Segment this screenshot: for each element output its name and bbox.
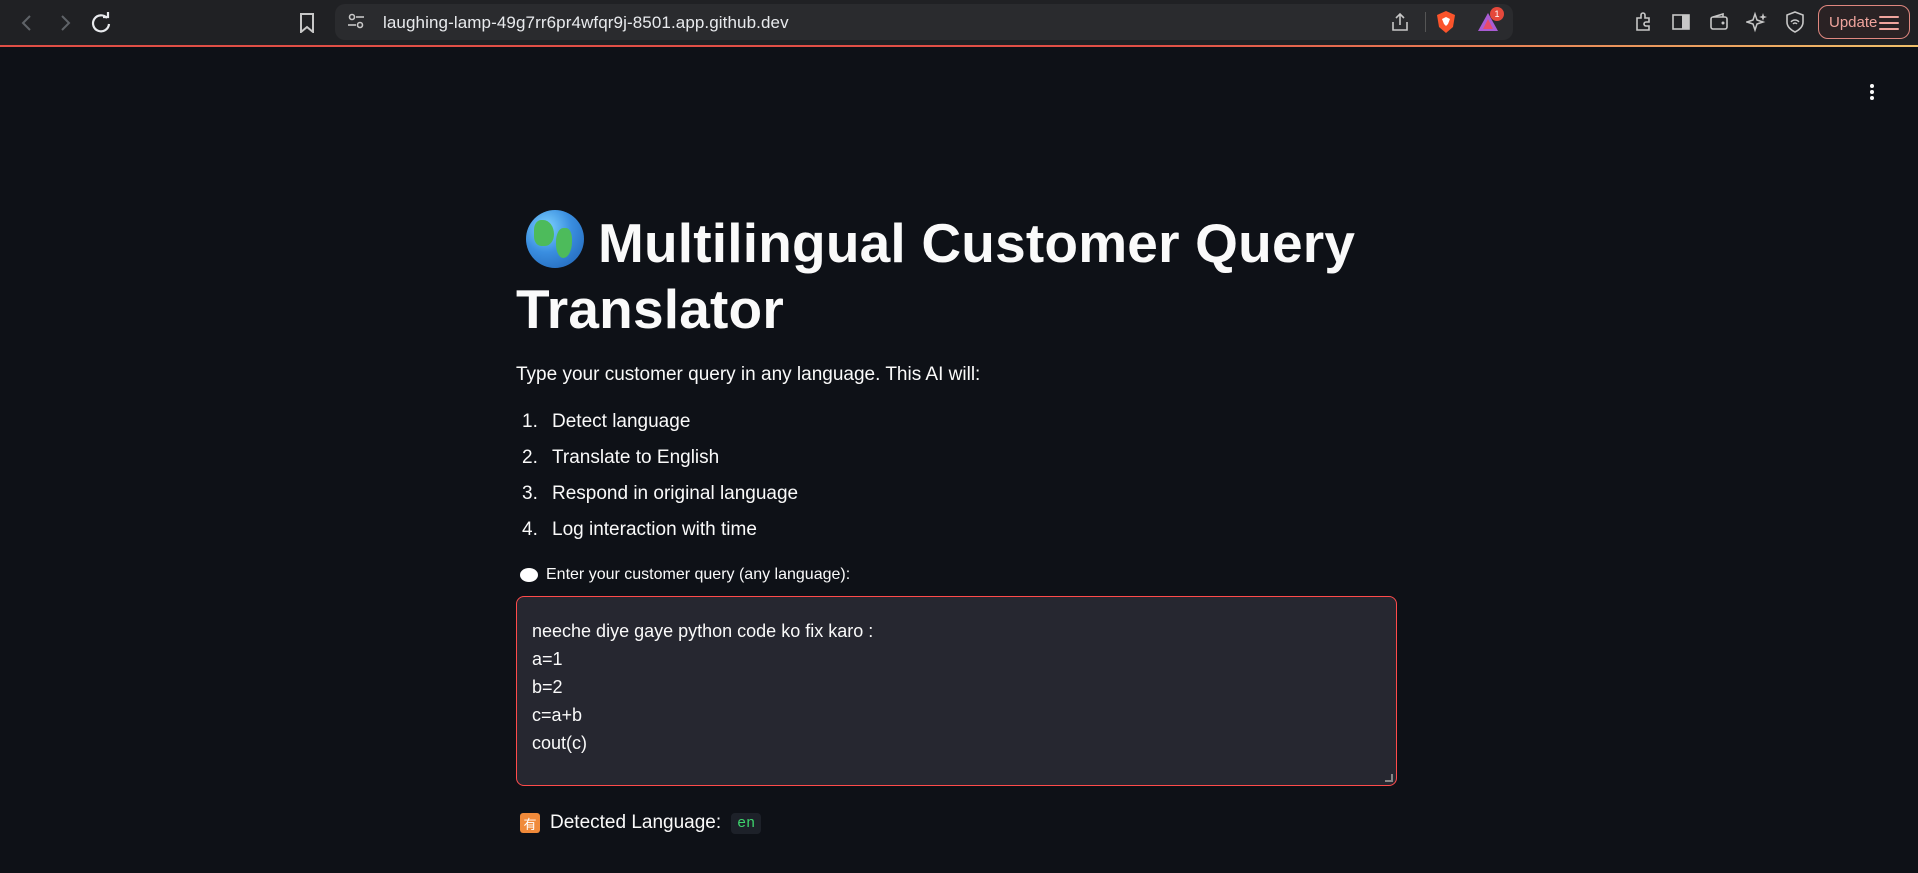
page-title-text: Multilingual Customer Query Translator [516, 212, 1356, 340]
update-label: Update [1829, 13, 1878, 31]
main-content: Multilingual Customer Query Translator T… [516, 210, 1397, 834]
site-settings-icon[interactable] [347, 12, 365, 35]
query-field-label: Enter your customer query (any language)… [516, 566, 1396, 584]
detected-language-row: 有 Detected Language: en [516, 812, 1396, 834]
separator [1425, 12, 1426, 32]
language-symbol-icon: 有 [520, 813, 540, 833]
speech-bubble-icon [520, 568, 538, 582]
address-bar[interactable]: laughing-lamp-49g7rr6pr4wfqr9j-8501.app.… [335, 4, 1513, 40]
back-icon[interactable] [14, 10, 40, 36]
sidebar-icon[interactable] [1668, 9, 1694, 35]
list-item: 4. Log interaction with time [522, 519, 757, 540]
vpn-icon[interactable] [1782, 9, 1808, 35]
wallet-icon[interactable] [1706, 9, 1732, 35]
list-item: 1. Detect language [522, 411, 691, 432]
brave-shields-icon[interactable] [1435, 10, 1457, 34]
resize-handle-icon[interactable] [1385, 774, 1393, 782]
extensions-icon[interactable] [1630, 9, 1656, 35]
list-item: 2. Translate to English [522, 447, 720, 468]
globe-icon [526, 210, 584, 268]
query-textarea[interactable]: neeche diye gaye python code ko fix karo… [516, 596, 1397, 786]
query-textarea-value[interactable]: neeche diye gaye python code ko fix karo… [532, 621, 873, 753]
main-menu-icon[interactable] [1862, 82, 1882, 106]
menu-icon [1879, 16, 1899, 34]
reload-icon[interactable] [88, 10, 114, 36]
leo-ai-icon[interactable] [1744, 9, 1770, 35]
bookmark-icon[interactable] [294, 10, 320, 36]
notification-badge: 1 [1490, 7, 1504, 21]
detected-language-value: en [731, 812, 762, 834]
page-title: Multilingual Customer Query Translator [516, 210, 1396, 342]
page-load-indicator [0, 45, 1918, 47]
forward-icon[interactable] [52, 10, 78, 36]
list-item: 3. Respond in original language [522, 483, 799, 504]
intro-text: Type your customer query in any language… [516, 364, 981, 385]
browser-toolbar: laughing-lamp-49g7rr6pr4wfqr9j-8501.app.… [0, 0, 1918, 47]
url-text[interactable]: laughing-lamp-49g7rr6pr4wfqr9j-8501.app.… [383, 13, 789, 33]
steps-list: 1. Detect language 2. Translate to English… [516, 404, 1396, 548]
share-icon[interactable] [1390, 10, 1410, 34]
detected-language-label: Detected Language: [550, 812, 722, 833]
update-button[interactable]: Update [1818, 5, 1910, 39]
